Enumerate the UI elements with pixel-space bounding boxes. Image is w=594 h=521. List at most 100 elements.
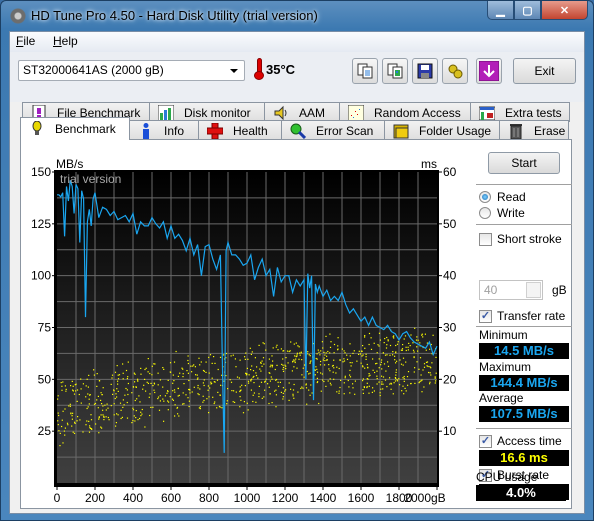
- access-time-point: [255, 401, 257, 403]
- tab-random-access[interactable]: Random Access: [339, 102, 471, 122]
- maximize-button[interactable]: ▢: [514, 1, 541, 20]
- access-time-point: [147, 371, 149, 373]
- tab-folder-usage[interactable]: Folder Usage: [384, 120, 500, 140]
- access-time-point: [282, 368, 284, 370]
- access-time-point: [145, 367, 147, 369]
- access-time-point: [422, 369, 424, 371]
- access-time-point: [82, 431, 84, 433]
- access-time-point: [134, 381, 136, 383]
- download-button[interactable]: [476, 58, 502, 84]
- menu-file[interactable]: File: [16, 34, 35, 48]
- access-time-point: [68, 405, 70, 407]
- copy-text-button[interactable]: [352, 58, 378, 84]
- access-time-point: [365, 356, 367, 358]
- access-time-point: [77, 416, 79, 418]
- access-time-point: [173, 389, 176, 391]
- access-time-point: [277, 381, 279, 383]
- access-time-point: [103, 415, 105, 417]
- access-time-point: [169, 396, 171, 398]
- access-time-point: [100, 426, 102, 428]
- access-time-point: [320, 360, 322, 363]
- access-time-point: [172, 382, 174, 384]
- access-time-point: [87, 386, 89, 388]
- access-time-point: [244, 385, 246, 387]
- copy-screenshot-button[interactable]: [382, 58, 408, 84]
- access-time-point: [74, 421, 76, 423]
- access-time-point: [252, 376, 254, 378]
- options-button[interactable]: [442, 58, 468, 84]
- write-radio[interactable]: [479, 207, 491, 219]
- access-time-point: [247, 380, 250, 382]
- exit-button[interactable]: Exit: [513, 58, 576, 84]
- short-stroke-label: Short stroke: [497, 232, 562, 246]
- save-button[interactable]: [412, 58, 438, 84]
- access-time-point: [85, 385, 87, 387]
- tab-label: Folder Usage: [419, 123, 492, 138]
- access-time-point: [89, 394, 91, 396]
- access-time-point: [188, 400, 190, 402]
- access-time-point: [349, 369, 351, 371]
- access-time-point: [104, 404, 106, 406]
- access-time-point: [188, 388, 190, 391]
- access-time-point: [322, 347, 324, 349]
- access-time-point: [190, 365, 192, 367]
- tab-extra-tests[interactable]: Extra tests: [470, 102, 570, 122]
- access-time-point: [405, 346, 407, 348]
- access-time-point: [262, 357, 265, 359]
- access-time-point: [251, 351, 253, 353]
- title-bar[interactable]: HD Tune Pro 4.50 - Hard Disk Utility (tr…: [1, 1, 593, 31]
- access-time-point: [435, 356, 437, 358]
- read-radio[interactable]: [479, 191, 491, 203]
- access-time-point: [362, 345, 364, 347]
- access-time-point: [372, 358, 374, 360]
- access-time-point: [62, 442, 64, 444]
- tab-health[interactable]: Health: [198, 120, 282, 140]
- transfer-rate-checkbox[interactable]: ✓: [479, 310, 492, 323]
- access-time-point: [97, 395, 99, 397]
- access-time-point: [85, 424, 87, 426]
- tab-aam[interactable]: AAM: [264, 102, 340, 122]
- access-time-point: [287, 362, 289, 364]
- access-time-point: [120, 409, 122, 411]
- tab-info[interactable]: Info: [129, 120, 199, 140]
- options-icon: [448, 64, 463, 79]
- access-time-point: [61, 389, 63, 391]
- access-time-point: [316, 371, 319, 373]
- access-time-point: [211, 377, 213, 379]
- access-time-point: [318, 351, 320, 353]
- access-time-point: [349, 374, 351, 376]
- start-button[interactable]: Start: [488, 152, 560, 174]
- drive-select[interactable]: ST32000641AS (2000 gB): [18, 60, 245, 81]
- tab-error-scan[interactable]: Error Scan: [281, 120, 385, 140]
- access-time-point: [343, 360, 346, 362]
- access-time-checkbox[interactable]: ✓: [479, 435, 492, 448]
- tab-disk-monitor[interactable]: Disk monitor: [149, 102, 265, 122]
- access-time-point: [216, 407, 218, 409]
- access-time-point: [407, 371, 410, 373]
- access-time-point: [261, 365, 263, 367]
- maximum-label: Maximum: [479, 360, 532, 374]
- access-time-point: [234, 401, 236, 403]
- menu-help[interactable]: Help: [53, 34, 78, 48]
- access-time-point: [239, 406, 241, 408]
- access-time-point: [208, 396, 210, 398]
- transfer-rate-label: Transfer rate: [497, 309, 566, 323]
- access-time-point: [58, 430, 60, 432]
- access-time-point: [73, 393, 76, 395]
- access-time-point: [126, 417, 129, 419]
- access-time-point: [71, 415, 73, 417]
- access-time-point: [230, 355, 232, 357]
- access-time-point: [96, 399, 98, 401]
- short-stroke-input[interactable]: 40: [479, 280, 543, 300]
- spin-updown-icon[interactable]: [526, 282, 541, 298]
- access-time-point: [413, 356, 415, 358]
- tab-benchmark[interactable]: Benchmark: [20, 117, 130, 140]
- tab-erase[interactable]: Erase: [499, 120, 569, 140]
- access-time-point: [246, 367, 248, 369]
- short-stroke-checkbox[interactable]: [479, 233, 492, 246]
- access-time-point: [333, 359, 335, 361]
- close-button[interactable]: ✕: [541, 1, 588, 20]
- minimize-button[interactable]: ▁: [487, 1, 514, 20]
- access-time-point: [349, 362, 351, 364]
- access-time-point: [234, 358, 236, 360]
